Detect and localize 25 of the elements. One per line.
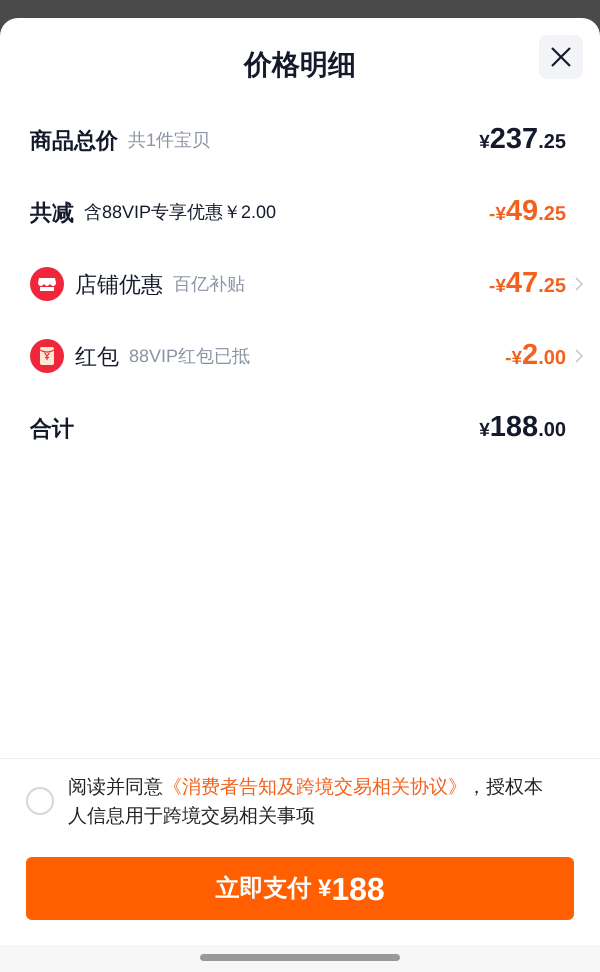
chevron-right-icon[interactable] [574,348,584,364]
row-label: 合计 [30,414,74,442]
row-label: 商品总价 [30,126,118,154]
chevron-right-icon[interactable] [574,276,584,292]
pay-button[interactable]: 立即支付 ¥188 [26,857,574,920]
close-button[interactable] [539,35,583,79]
close-icon [550,46,572,68]
row-label: 共减 [30,198,74,226]
row-note: 共1件宝贝 [128,128,210,152]
row-amount: -¥49.25 [489,194,566,230]
row-note: 88VIP红包已抵 [129,344,250,368]
row-amount: ¥188.00 [479,410,566,446]
agreement-text: 阅读并同意《消费者告知及跨境交易相关协议》，授权本人信息用于跨境交易相关事项 [68,776,544,829]
row-note: 百亿补贴 [173,272,245,296]
sheet-title: 价格明细 [244,48,356,82]
row-amount: -¥2.00 [505,338,566,374]
row-label: 店铺优惠 [75,270,163,298]
row-note: 含88VIP专享优惠￥2.00 [84,200,276,224]
agree-checkbox[interactable] [26,787,54,815]
row-amount: -¥47.25 [489,266,566,302]
row-label: 红包 [75,342,119,370]
row-amount: ¥237.25 [479,122,566,158]
envelope-icon [30,339,64,373]
agreement-link[interactable]: 《消费者告知及跨境交易相关协议》 [163,777,467,798]
store-icon [30,267,64,301]
